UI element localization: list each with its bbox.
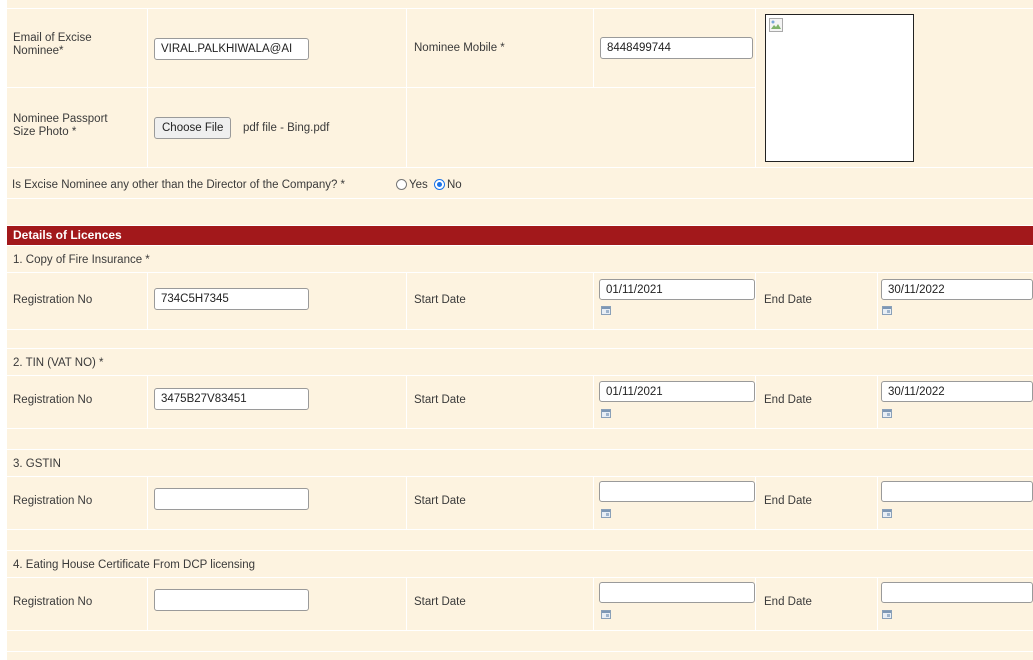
licence-4-reg-label: Registration No <box>13 596 93 608</box>
form-top-strip <box>7 0 1033 8</box>
licence-4-start-date-input[interactable] <box>599 582 755 603</box>
licence-4-spacer <box>7 631 1033 651</box>
licence-2-start-label: Start Date <box>414 394 466 406</box>
photo-label: Nominee Passport Size Photo * <box>13 113 108 138</box>
licence-2-start-date-input[interactable] <box>599 381 755 402</box>
nominee-mobile-input[interactable] <box>600 37 753 59</box>
calendar-icon[interactable] <box>601 610 611 619</box>
licence-3-end-label-cell: End Date <box>756 477 877 529</box>
licence-1-start-date-input[interactable] <box>599 279 755 300</box>
licence-4-start-label: Start Date <box>414 596 466 608</box>
calendar-icon[interactable] <box>601 306 611 315</box>
mobile-label-cell: Nominee Mobile * <box>407 9 593 87</box>
licence-1-end-input-cell <box>878 273 1033 329</box>
licence-4-reg-input-cell <box>148 578 406 630</box>
licence-2-title: 2. TIN (VAT NO) * <box>13 357 104 369</box>
calendar-icon[interactable] <box>601 409 611 418</box>
licence-3-start-label-cell: Start Date <box>407 477 593 529</box>
spacer-row <box>7 199 1033 225</box>
licence-form: Email of Excise Nominee* Nominee Mobile … <box>7 0 1033 660</box>
licence-3-end-label: End Date <box>764 495 812 507</box>
photo-label-cell: Nominee Passport Size Photo * <box>7 88 147 167</box>
radio-no[interactable] <box>434 179 445 190</box>
licences-section-header: Details of Licences <box>7 226 1033 245</box>
licence-4-reg-label-cell: Registration No <box>7 578 147 630</box>
licence-1-start-label: Start Date <box>414 294 466 306</box>
licence-3-title: 3. GSTIN <box>13 458 61 470</box>
calendar-icon[interactable] <box>601 509 611 518</box>
mobile-input-cell <box>594 9 755 87</box>
licence-1-start-label-cell: Start Date <box>407 273 593 329</box>
licence-1-title: 1. Copy of Fire Insurance * <box>13 254 150 266</box>
radio-no-label: No <box>447 179 462 191</box>
photo-empty-cell <box>407 88 755 167</box>
licence-4-registration-input[interactable] <box>154 589 309 611</box>
licence-4-title: 4. Eating House Certificate From DCP lic… <box>13 559 256 571</box>
licence-3-registration-input[interactable] <box>154 488 309 510</box>
licence-3-reg-label-cell: Registration No <box>7 477 147 529</box>
director-question-label: Is Excise Nominee any other than the Dir… <box>12 179 346 191</box>
nominee-photo-preview <box>765 14 914 162</box>
licence-1-registration-input[interactable] <box>154 288 309 310</box>
licence-2-end-date-input[interactable] <box>881 381 1033 402</box>
calendar-icon[interactable] <box>882 610 892 619</box>
licence-3-start-date-input[interactable] <box>599 481 755 502</box>
section-title: Details of Licences <box>13 228 122 242</box>
licence-3-end-input-cell <box>878 477 1033 529</box>
email-label-cell: Email of Excise Nominee* <box>7 9 147 87</box>
email-label: Email of Excise Nominee* <box>13 32 92 57</box>
licence-5-title-row-partial <box>7 652 1033 660</box>
licence-4-end-label-cell: End Date <box>756 578 877 630</box>
licence-2-end-label: End Date <box>764 394 812 406</box>
licence-3-start-input-cell <box>594 477 755 529</box>
licence-3-reg-input-cell <box>148 477 406 529</box>
licence-1-reg-label-cell: Registration No <box>7 273 147 329</box>
licence-2-end-input-cell <box>878 376 1033 428</box>
licence-2-start-input-cell <box>594 376 755 428</box>
email-input-cell <box>148 9 406 87</box>
licence-1-spacer <box>7 330 1033 348</box>
director-question-row: Is Excise Nominee any other than the Dir… <box>7 168 1033 198</box>
calendar-icon[interactable] <box>882 409 892 418</box>
radio-yes[interactable] <box>396 179 407 190</box>
licence-4-end-label: End Date <box>764 596 812 608</box>
licence-3-reg-label: Registration No <box>13 495 93 507</box>
selected-file-name: pdf file - Bing.pdf <box>243 122 330 134</box>
photo-upload-cell: Choose File pdf file - Bing.pdf <box>148 88 406 167</box>
licence-4-end-input-cell <box>878 578 1033 630</box>
licence-1-reg-input-cell <box>148 273 406 329</box>
nominee-email-input[interactable] <box>154 38 309 60</box>
licence-4-end-date-input[interactable] <box>881 582 1033 603</box>
licence-1-title-row: 1. Copy of Fire Insurance * <box>7 246 1033 272</box>
mobile-label: Nominee Mobile * <box>414 42 505 54</box>
radio-yes-label: Yes <box>409 179 428 191</box>
licence-2-end-label-cell: End Date <box>756 376 877 428</box>
licence-3-end-date-input[interactable] <box>881 481 1033 502</box>
licence-2-reg-input-cell <box>148 376 406 428</box>
licence-3-start-label: Start Date <box>414 495 466 507</box>
licence-1-reg-label: Registration No <box>13 294 93 306</box>
licence-3-spacer <box>7 530 1033 550</box>
licence-2-start-label-cell: Start Date <box>407 376 593 428</box>
calendar-icon[interactable] <box>882 306 892 315</box>
licence-1-end-label-cell: End Date <box>756 273 877 329</box>
licence-2-reg-label: Registration No <box>13 394 93 406</box>
licence-2-reg-label-cell: Registration No <box>7 376 147 428</box>
licence-1-end-label: End Date <box>764 294 812 306</box>
licence-4-start-label-cell: Start Date <box>407 578 593 630</box>
licence-1-start-input-cell <box>594 273 755 329</box>
licence-3-title-row: 3. GSTIN <box>7 450 1033 476</box>
choose-file-button[interactable]: Choose File <box>154 117 232 139</box>
calendar-icon[interactable] <box>882 509 892 518</box>
licence-4-start-input-cell <box>594 578 755 630</box>
licence-1-end-date-input[interactable] <box>881 279 1033 300</box>
broken-image-icon <box>769 18 783 32</box>
licence-4-title-row: 4. Eating House Certificate From DCP lic… <box>7 551 1033 577</box>
licence-2-spacer <box>7 429 1033 449</box>
licence-2-title-row: 2. TIN (VAT NO) * <box>7 349 1033 375</box>
licence-2-registration-input[interactable] <box>154 388 309 410</box>
